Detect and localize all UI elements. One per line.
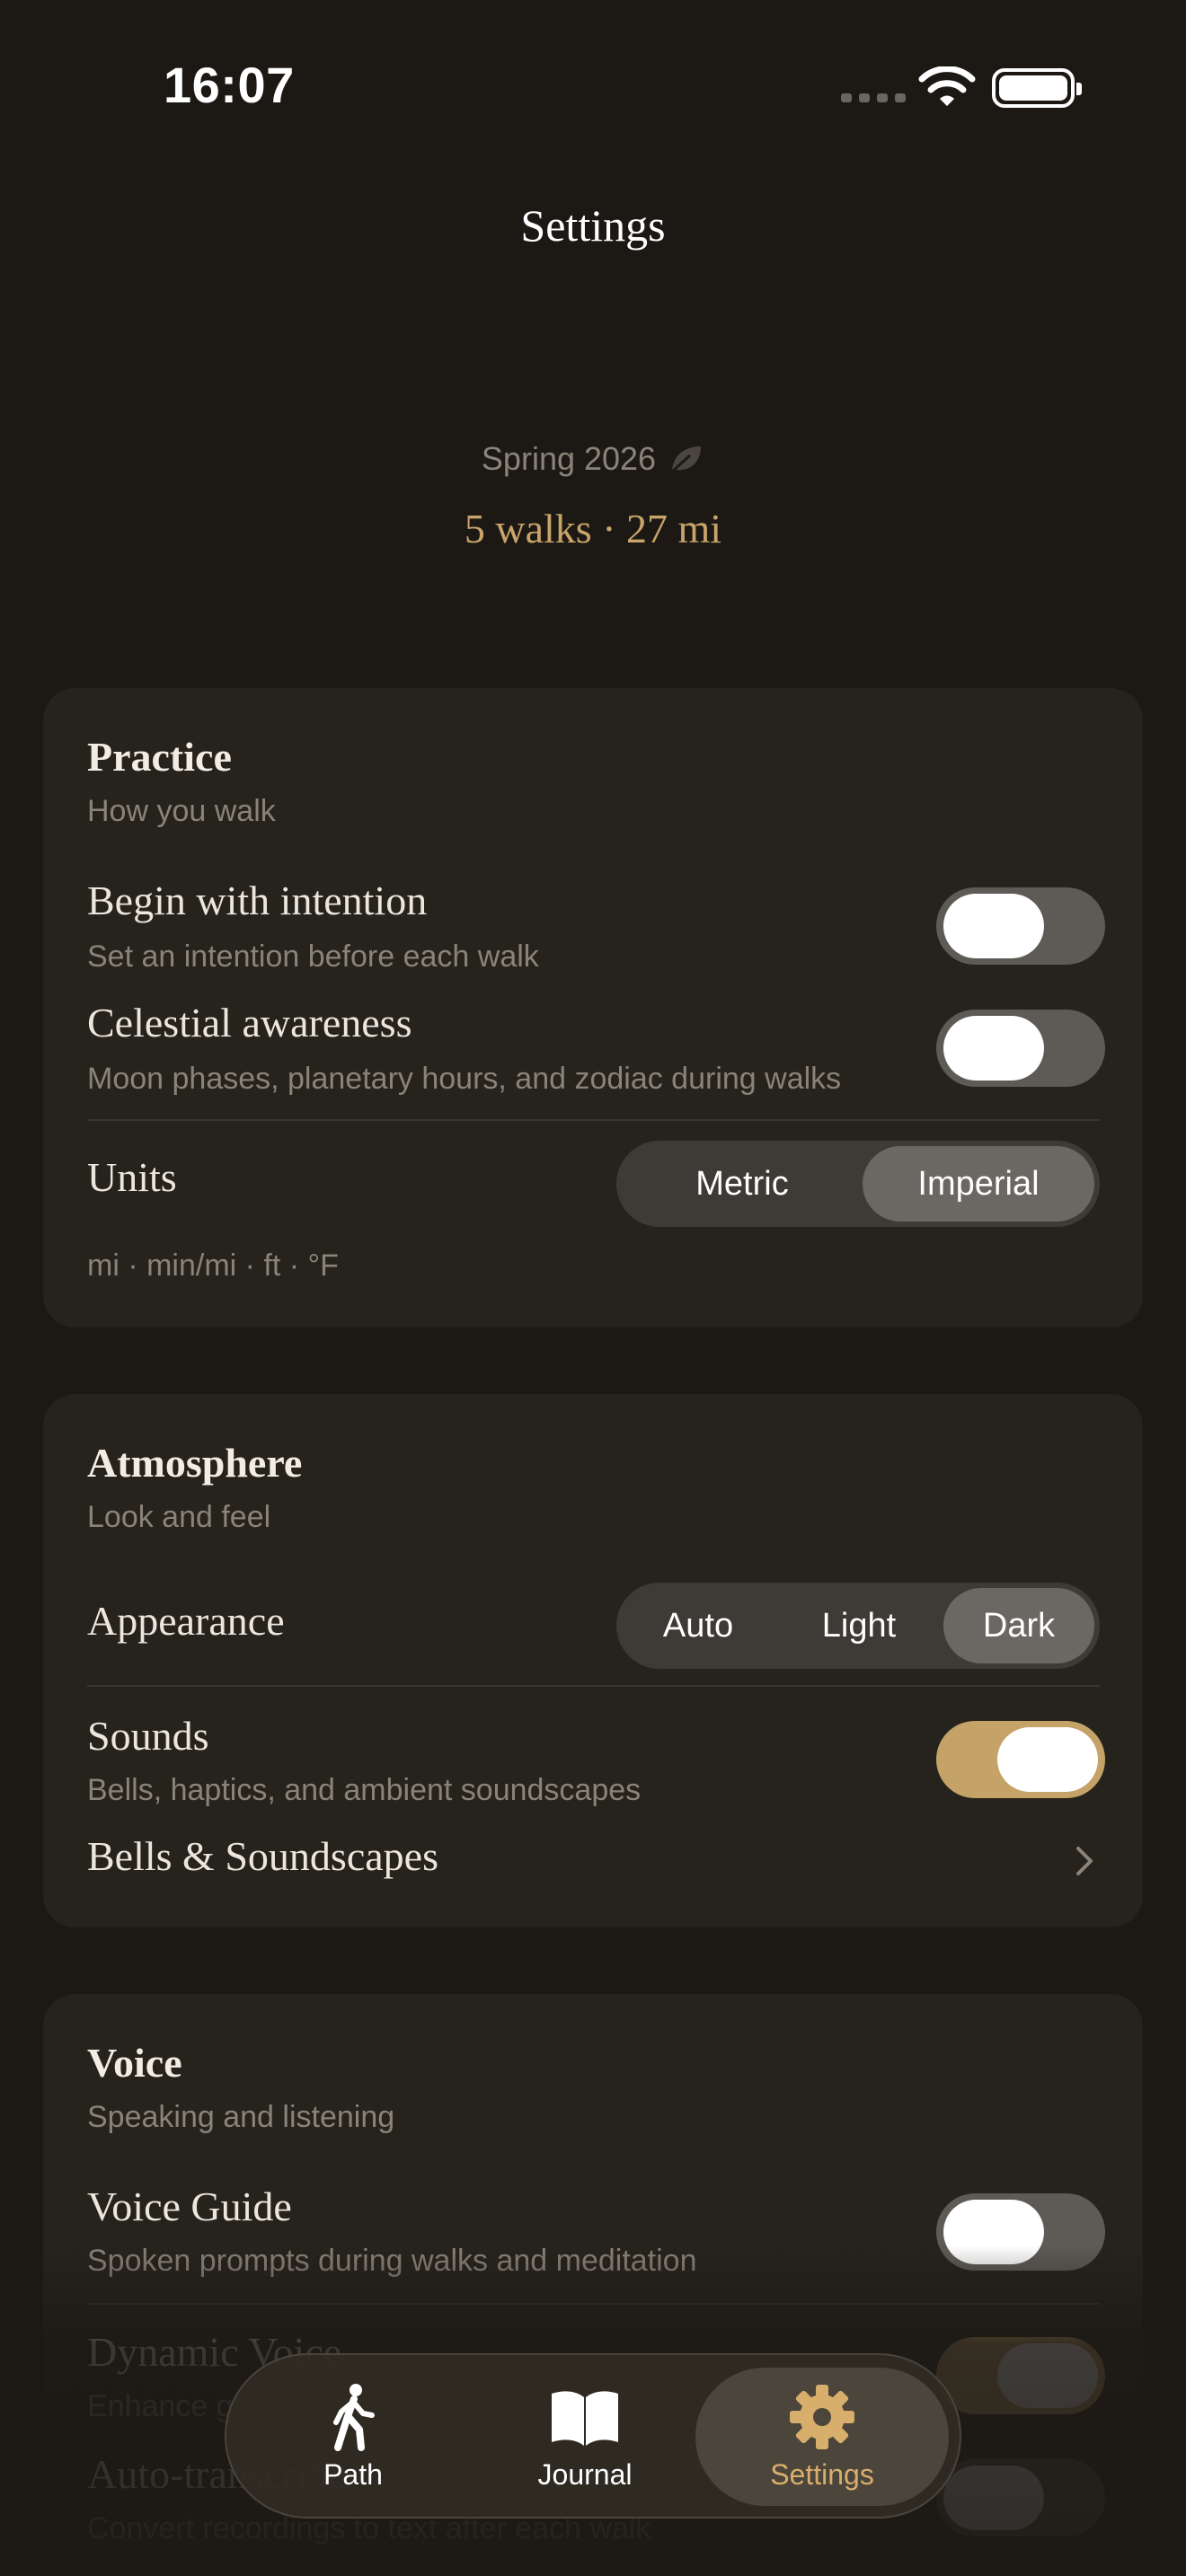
status-bar: 16:07 (0, 0, 1186, 162)
season-text: Spring 2026 (481, 440, 657, 477)
celestial-title: Celestial awareness (87, 1000, 412, 1045)
sounds-title: Sounds (87, 1713, 209, 1759)
appearance-option-auto[interactable]: Auto (622, 1588, 774, 1663)
cellular-signal-icon (841, 93, 906, 102)
intention-subtitle: Set an intention before each walk (87, 940, 539, 974)
units-title: Units (87, 1154, 177, 1200)
section-subtitle: How you walk (87, 794, 276, 828)
tab-journal[interactable]: Journal (458, 2368, 712, 2506)
chevron-right-icon[interactable] (1073, 1843, 1096, 1879)
bells-soundscapes-link[interactable]: Bells & Soundscapes (87, 1832, 438, 1880)
gear-icon (790, 2384, 854, 2449)
intention-toggle[interactable] (936, 887, 1105, 965)
tab-settings[interactable]: Settings (695, 2368, 949, 2506)
units-segmented-control[interactable]: Metric Imperial (616, 1141, 1100, 1227)
tab-label-path: Path (323, 2457, 383, 2491)
divider (87, 1119, 1100, 1121)
walk-stats: 5 walks · 27 mi (464, 506, 722, 551)
appearance-option-light[interactable]: Light (774, 1588, 943, 1663)
intention-title: Begin with intention (87, 878, 428, 923)
units-option-metric[interactable]: Metric (622, 1146, 863, 1222)
units-detail: mi · min/mi · ft · °F (87, 1248, 339, 1283)
tab-label-settings: Settings (770, 2457, 874, 2491)
season-label: Spring 2026 (0, 440, 1186, 478)
practice-card: Practice How you walk Begin with intenti… (43, 688, 1143, 1328)
sounds-subtitle: Bells, haptics, and ambient soundscapes (87, 1773, 642, 1807)
appearance-option-dark[interactable]: Dark (943, 1588, 1094, 1663)
voice-guide-toggle[interactable] (936, 2193, 1105, 2271)
celestial-toggle[interactable] (936, 1010, 1105, 1087)
atmosphere-card: Atmosphere Look and feel Appearance Auto… (43, 1394, 1143, 1928)
wifi-icon (918, 66, 976, 106)
dynamic-voice-toggle[interactable] (936, 2337, 1105, 2414)
tab-path[interactable]: Path (226, 2368, 480, 2506)
divider (87, 1685, 1100, 1687)
tab-bar: Path Journal Settings (225, 2353, 961, 2519)
units-option-imperial[interactable]: Imperial (863, 1146, 1094, 1222)
walking-figure-icon (333, 2383, 375, 2451)
battery-icon (992, 68, 1082, 108)
auto-transcribe-toggle[interactable] (936, 2459, 1105, 2536)
sounds-toggle[interactable] (936, 1721, 1105, 1798)
voice-guide-subtitle: Spoken prompts during walks and meditati… (87, 2244, 697, 2278)
section-subtitle: Speaking and listening (87, 2100, 395, 2134)
page-title: Settings (520, 200, 666, 251)
status-time: 16:07 (164, 57, 295, 113)
section-title: Atmosphere (87, 1440, 303, 1486)
open-book-icon (552, 2390, 618, 2446)
voice-guide-title: Voice Guide (87, 2183, 292, 2229)
tab-label-journal: Journal (537, 2457, 633, 2491)
section-title: Practice (87, 734, 232, 780)
divider (87, 2303, 1100, 2305)
appearance-segmented-control[interactable]: Auto Light Dark (616, 1583, 1100, 1669)
appearance-title: Appearance (87, 1598, 285, 1644)
section-subtitle: Look and feel (87, 1500, 271, 1534)
section-title: Voice (87, 2040, 182, 2086)
celestial-subtitle: Moon phases, planetary hours, and zodiac… (87, 1062, 842, 1096)
leaf-icon (671, 446, 702, 473)
